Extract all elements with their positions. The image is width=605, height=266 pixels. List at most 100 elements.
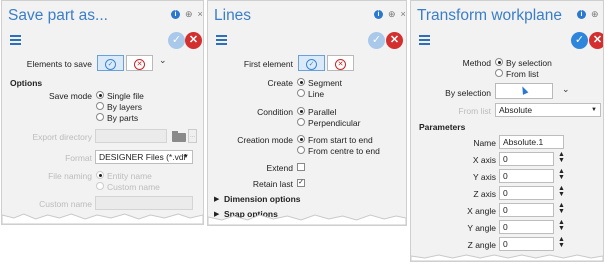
clear-selection-button[interactable]: ✕ [126,55,153,71]
save-mode-by-parts-radio[interactable] [96,113,104,121]
ok-button[interactable]: ✓ [168,32,185,49]
y-angle-input[interactable]: 0 [499,220,554,234]
torn-edge [411,254,603,261]
cancel-button[interactable]: ✕ [386,32,403,49]
close-icon[interactable]: × [198,10,203,19]
save-mode-label: Save mode [49,91,92,101]
method-from-list-radio[interactable] [495,69,503,77]
method-by-selection-radio[interactable] [495,58,503,66]
method-label: Method [462,58,491,68]
x-angle-spinner[interactable]: ▲ ▼ [558,202,565,215]
file-naming-option-label: Custom name [107,182,160,192]
format-select[interactable]: DESIGNER Files (*.vdf ▼ [95,150,193,164]
from-list-label: From list [458,106,491,116]
cancel-circle-icon: ✕ [134,59,145,70]
panel-title: Save part as... [8,7,108,24]
parameters-heading: Parameters [419,122,466,132]
check-circle-icon: ✓ [105,59,116,70]
y-axis-input[interactable]: 0 [499,169,554,183]
ok-button[interactable]: ✓ [368,32,385,49]
y-angle-label: Y angle [467,223,496,233]
from-list-select[interactable]: Absolute ▼ [495,103,601,117]
by-selection-label: By selection [445,88,491,98]
z-axis-spinner[interactable]: ▲ ▼ [558,185,565,198]
save-mode-option-label: By layers [107,102,142,112]
x-axis-input[interactable]: 0 [499,152,554,166]
close-icon[interactable]: × [401,10,406,19]
y-axis-spinner[interactable]: ▲ ▼ [558,168,565,181]
save-mode-single-file-radio[interactable] [96,91,104,99]
first-element-label: First element [243,59,293,69]
format-label: Format [65,153,92,163]
info-icon[interactable]: i [577,10,586,19]
file-naming-custom-name-radio[interactable] [96,182,104,190]
y-angle-spinner[interactable]: ▲ ▼ [558,219,565,232]
create-segment-radio[interactable] [297,78,305,86]
creation-mode-label: Creation mode [237,135,293,145]
title-controls: i ⊕ × [171,10,203,19]
custom-name-label: Custom name [39,199,92,209]
save-mode-option-label: Single file [107,91,144,101]
create-label: Create [267,78,293,88]
create-option-label: Line [308,89,325,99]
z-axis-input[interactable]: 0 [499,186,554,200]
format-value: DESIGNER Files (*.vdf [99,152,186,162]
file-naming-label: File naming [48,171,92,181]
chevron-down-icon[interactable]: ⌄ [562,84,570,95]
cursor-arrow-icon [519,85,529,95]
accept-selection-button[interactable]: ✓ [298,55,325,71]
browse-button[interactable]: ... [188,129,197,143]
save-mode-option-label: By parts [107,113,139,123]
info-icon[interactable]: i [374,10,383,19]
creation-mode-start-to-end-radio[interactable] [297,135,305,143]
dropdown-arrow-icon: ▼ [591,107,597,113]
cancel-button[interactable]: ✕ [185,32,202,49]
pin-icon[interactable]: ⊕ [591,10,599,19]
file-naming-entity-name-radio[interactable] [96,171,104,179]
by-selection-pick-button[interactable] [495,83,553,99]
z-angle-spinner[interactable]: ▲ ▼ [558,236,565,249]
file-naming-option-label: Entity name [107,171,152,181]
accept-selection-button[interactable]: ✓ [97,55,124,71]
hamburger-menu-icon[interactable] [419,35,430,45]
condition-perpendicular-radio[interactable] [297,118,305,126]
extend-label: Extend [266,163,293,173]
folder-icon[interactable] [172,131,186,142]
dropdown-arrow-icon: ▼ [183,154,189,160]
method-option-label: By selection [506,58,552,68]
name-input[interactable]: Absolute.1 [499,135,564,149]
name-label: Name [473,138,496,148]
hamburger-menu-icon[interactable] [216,35,227,45]
creation-mode-centre-to-end-radio[interactable] [297,146,305,154]
retain-last-checkbox[interactable]: ✓ [297,179,305,187]
dimension-options-header[interactable]: Dimension options [224,194,301,204]
chevron-down-icon[interactable]: ⌄ [159,55,167,66]
from-list-value: Absolute [499,105,533,115]
create-line-radio[interactable] [297,89,305,97]
hamburger-menu-icon[interactable] [10,35,21,45]
y-axis-label: Y axis [473,172,496,182]
z-axis-label: Z axis [473,189,496,199]
cancel-circle-icon: ✕ [335,59,346,70]
info-icon[interactable]: i [171,10,180,19]
x-axis-label: X axis [472,155,496,165]
panel-title: Transform workplane [417,7,563,24]
pin-icon[interactable]: ⊕ [185,10,193,19]
x-angle-input[interactable]: 0 [499,203,554,217]
expand-triangle-icon[interactable]: ▶ [214,195,219,203]
elements-to-save-label: Elements to save [26,59,92,69]
export-directory-input[interactable] [95,129,167,143]
save-mode-by-layers-radio[interactable] [96,102,104,110]
cancel-button[interactable]: ✕ [589,32,603,49]
condition-parallel-radio[interactable] [297,107,305,115]
z-angle-input[interactable]: 0 [499,237,554,251]
condition-option-label: Perpendicular [308,118,361,128]
x-axis-spinner[interactable]: ▲ ▼ [558,151,565,164]
ok-button[interactable]: ✓ [571,32,588,49]
extend-checkbox[interactable] [297,163,305,171]
custom-name-input[interactable] [95,196,193,210]
pin-icon[interactable]: ⊕ [388,10,396,19]
title-controls: i ⊕ × [577,10,603,19]
creation-mode-option-label: From centre to end [308,146,380,156]
clear-selection-button[interactable]: ✕ [327,55,354,71]
